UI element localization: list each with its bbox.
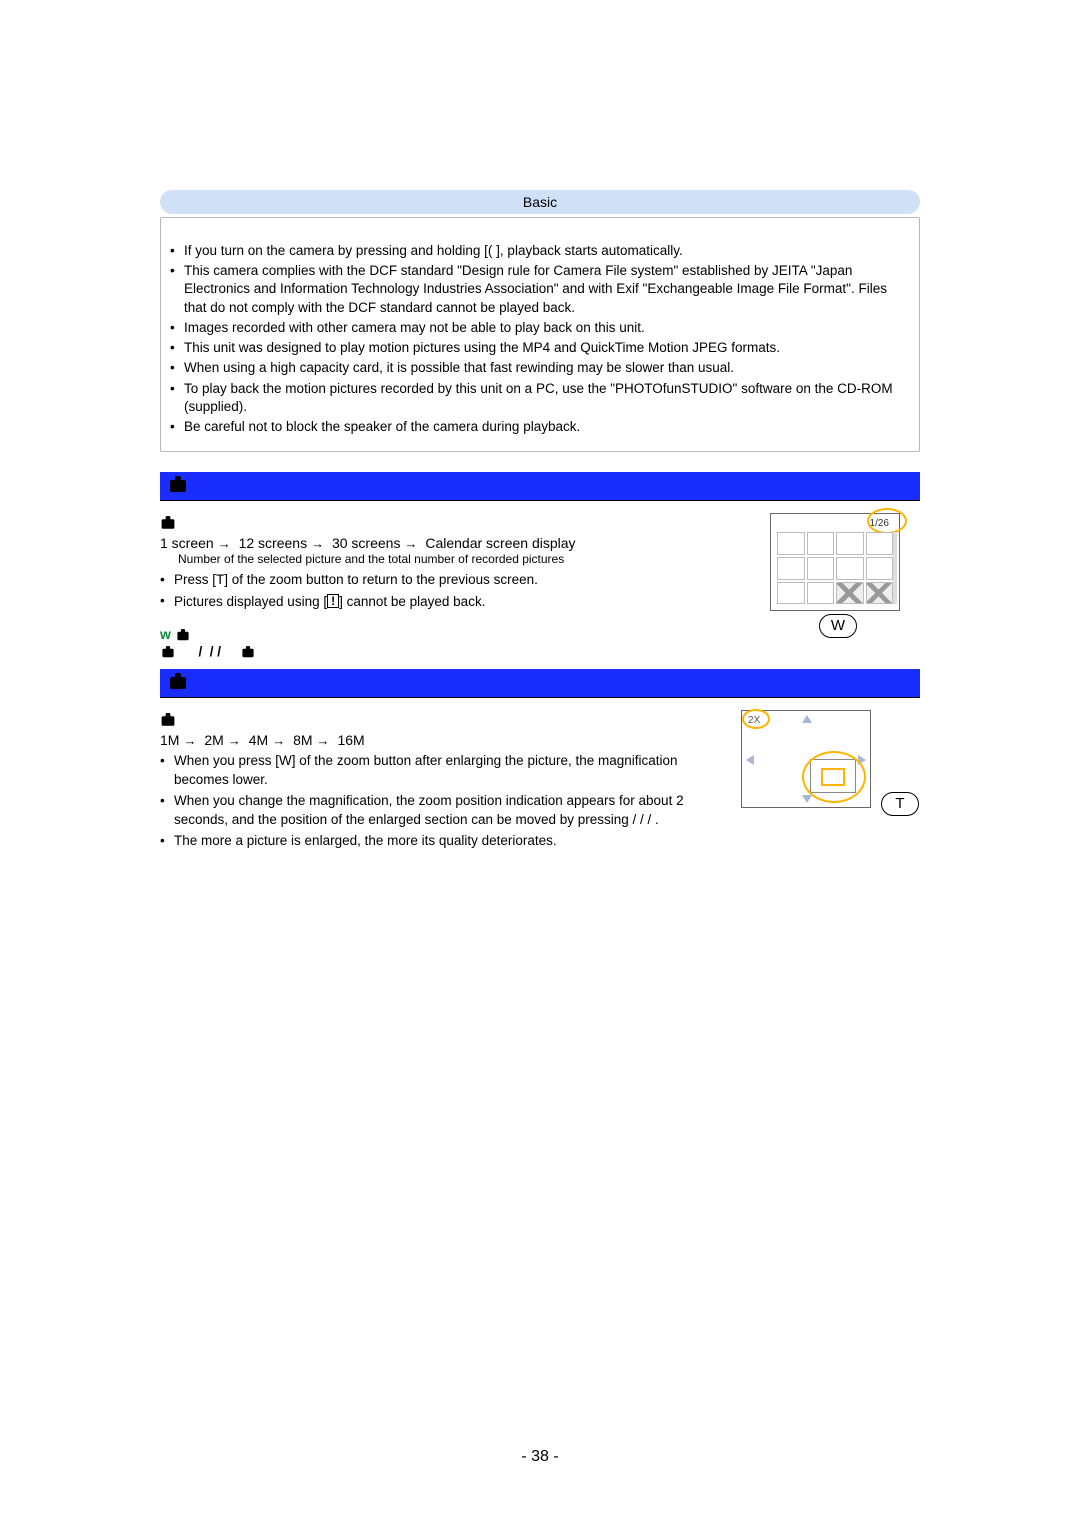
camera-icon xyxy=(170,476,188,494)
text: Pictures displayed using [ xyxy=(174,594,327,609)
return-instruction: / / / xyxy=(160,644,920,659)
seq-step: 12 screens xyxy=(239,535,307,551)
camera-icon xyxy=(175,626,191,642)
bullet-item: The more a picture is enlarged, the more… xyxy=(160,832,920,851)
note-item: This unit was designed to play motion pi… xyxy=(170,339,910,357)
category-header: Basic xyxy=(160,190,920,214)
note-item: Images recorded with other camera may no… xyxy=(170,319,910,337)
camera-icon xyxy=(160,644,176,659)
note-item: This camera complies with the DCF standa… xyxy=(170,262,910,317)
seq-step: 30 screens xyxy=(332,535,400,551)
count-highlight-icon xyxy=(867,508,907,534)
text: ] cannot be played back. xyxy=(339,594,485,609)
thumb-cell xyxy=(777,532,805,555)
page-number: - 38 - xyxy=(0,1448,1080,1466)
note-item: If you turn on the camera by pressing an… xyxy=(170,242,910,260)
seq-step: 1 screen xyxy=(160,535,214,551)
multi-bullets: Press [T] of the zoom button to return t… xyxy=(160,571,920,612)
bullet-item: Press [T] of the zoom button to return t… xyxy=(160,571,920,590)
camera-icon xyxy=(160,514,176,531)
note-box: If you turn on the camera by pressing an… xyxy=(160,228,920,452)
w-button-chip: W xyxy=(819,614,857,638)
seq-step: 8 xyxy=(293,732,301,748)
camera-icon xyxy=(170,673,188,691)
seq-step: 1 xyxy=(160,732,168,748)
note-list: If you turn on the camera by pressing an… xyxy=(160,242,920,452)
zoom-bullets: When you press [W] of the zoom button af… xyxy=(160,752,920,850)
bullet-item: When you change the magnification, the z… xyxy=(160,792,920,830)
seq-step: 4 xyxy=(249,732,257,748)
manual-page: Basic If you turn on the camera by press… xyxy=(0,0,1080,1526)
thumb-cell xyxy=(807,532,835,555)
seq-step: Calendar screen display xyxy=(425,535,575,551)
note-item: Be careful not to block the speaker of t… xyxy=(170,418,910,436)
thumb-cell xyxy=(866,532,894,555)
seq-step: 2 xyxy=(204,732,212,748)
section-header-multi xyxy=(160,472,920,501)
thumb-cell xyxy=(836,532,864,555)
camera-icon xyxy=(240,644,256,659)
w-letter: w xyxy=(160,626,171,642)
bullet-item: Pictures displayed using [ ] cannot be pl… xyxy=(160,592,920,612)
bullet-item: When you press [W] of the zoom button af… xyxy=(160,752,920,790)
note-item: When using a high capacity card, it is p… xyxy=(170,359,910,377)
zoom-body: 2X T 1M 2M 4M 8M 16M When you press [W] xyxy=(160,710,920,852)
multi-body: 1/26 W xyxy=(160,513,920,659)
section-header-zoom xyxy=(160,669,920,698)
mag-highlight-icon xyxy=(742,709,770,729)
note-heading xyxy=(160,228,920,242)
arrow-up-icon xyxy=(802,715,812,723)
note-item: To play back the motion pictures recorde… xyxy=(170,380,910,416)
info-icon xyxy=(327,594,339,608)
camera-icon xyxy=(160,711,176,728)
seq-step: 16 xyxy=(337,732,353,748)
